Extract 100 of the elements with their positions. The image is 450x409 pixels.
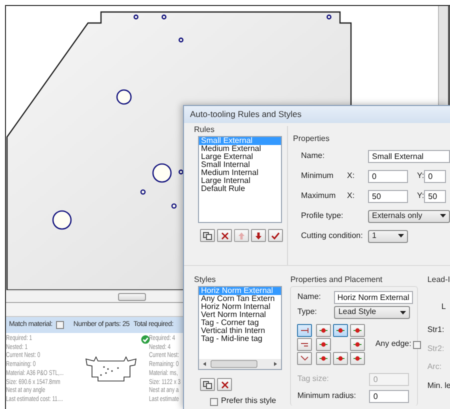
field-label: X: (347, 192, 356, 201)
cutting-condition-dropdown[interactable]: 1 (368, 230, 408, 243)
hole (52, 210, 72, 230)
lead-position-button[interactable] (316, 324, 332, 337)
checkbox-label: Prefer this style (221, 397, 276, 406)
field-label: Profile type: (301, 212, 344, 221)
input-field[interactable]: 50 (424, 190, 446, 203)
lead-position-button[interactable] (350, 324, 366, 337)
any-edge-checkbox[interactable] (413, 340, 422, 348)
down-arrow-icon (255, 232, 262, 240)
field-label: Maximum (301, 192, 337, 201)
input-field[interactable]: 0 (368, 170, 408, 183)
lead-line-icon (300, 355, 310, 362)
caret-icon (398, 234, 404, 238)
lead-position-button[interactable] (333, 352, 348, 365)
delete-button[interactable] (217, 378, 232, 391)
caret-icon (400, 310, 406, 314)
up-arrow-icon (238, 232, 245, 240)
name-field[interactable]: Horiz Norm External (334, 291, 414, 304)
hole (134, 14, 138, 20)
hole (140, 189, 146, 195)
apply-button[interactable] (268, 229, 283, 242)
list-item[interactable]: Any Corn Tan Extern (199, 295, 281, 303)
lead-point-icon (319, 327, 328, 334)
lead-point-icon (319, 341, 328, 348)
list-item[interactable]: Medium Internal (199, 169, 281, 177)
field-label: Cutting condition: (301, 232, 364, 241)
hole (178, 170, 184, 174)
lead-position-button[interactable] (316, 352, 332, 365)
lead-line-icon (300, 327, 310, 334)
list-item[interactable]: Small Internal (199, 161, 281, 169)
group-label: Styles (194, 276, 217, 286)
dialog-title: Auto-tooling Rules and Styles (184, 106, 450, 123)
lead-position-button[interactable] (350, 338, 366, 351)
list-item[interactable]: Medium External (199, 145, 281, 153)
field-label: Name: (301, 152, 326, 161)
list-item[interactable]: Vertical thin Intern (199, 327, 281, 335)
group-label: Rules (194, 126, 216, 136)
scrollbar-thumb[interactable] (118, 292, 146, 300)
field-label: Str2: (427, 344, 446, 354)
lead-line-icon (300, 341, 310, 348)
hole (326, 14, 332, 20)
input-field[interactable]: 0 (424, 170, 446, 183)
lead-position-button[interactable] (350, 352, 366, 365)
list-item[interactable]: Tag - Mid-line tag (199, 335, 281, 343)
field-label: Minimum radius: (297, 392, 357, 401)
lead-type-button[interactable] (297, 338, 312, 351)
delete-icon (220, 232, 228, 240)
field-label: Tag size: (297, 375, 330, 384)
name-field[interactable]: Small External (368, 150, 450, 163)
field-label: Arc: (427, 363, 443, 372)
list-item[interactable]: Default Rule (199, 185, 281, 193)
lead-point-icon (353, 327, 362, 334)
hole (171, 203, 177, 209)
lead-position-button[interactable] (316, 338, 332, 351)
copy-icon (203, 232, 212, 240)
group-label: Properties (293, 135, 330, 144)
input-field[interactable]: 0 (369, 390, 410, 403)
prefer-style-checkbox[interactable] (210, 398, 218, 406)
lead-point-icon (336, 327, 346, 334)
copy-button[interactable] (200, 378, 215, 391)
list-item[interactable]: Horiz Norm Internal (199, 303, 281, 311)
field-label: X: (347, 172, 356, 181)
field-label: Minimum (301, 172, 334, 181)
list-item[interactable]: Large External (199, 153, 281, 161)
hole (152, 163, 172, 183)
copy-icon (203, 380, 212, 388)
lead-position-button[interactable] (333, 324, 348, 337)
profile-type-dropdown[interactable]: Externals only (368, 210, 450, 223)
part-thumbnail-drawing (84, 355, 138, 383)
hole (116, 89, 132, 105)
lead-type-button[interactable] (297, 324, 312, 337)
group-label: Properties and Placement (290, 276, 384, 286)
copy-button[interactable] (200, 229, 215, 242)
hole (162, 14, 166, 20)
field-label: Y: (417, 192, 424, 201)
input-field[interactable]: 50 (368, 190, 408, 203)
delete-button[interactable] (217, 229, 232, 242)
field-label: Type: (297, 308, 318, 317)
group-label: Lead-I (427, 276, 450, 286)
lead-point-icon (353, 341, 362, 348)
check-icon (271, 232, 280, 240)
lead-point-icon (336, 355, 346, 362)
list-item[interactable]: Large Internal (199, 177, 281, 185)
field-label: Y: (417, 172, 424, 181)
list-item[interactable]: Tag - Corner tag (199, 319, 281, 327)
caret-icon (440, 214, 446, 218)
field-label: Any edge: (375, 340, 412, 349)
field-label: Str1: (427, 326, 446, 335)
lead-point-icon (319, 355, 328, 362)
list-item[interactable]: Vert Norm Internal (199, 311, 281, 319)
lead-point-icon (353, 355, 362, 362)
field-label: L (441, 303, 447, 312)
type-dropdown[interactable]: Lead Style (334, 306, 410, 319)
match-material-checkbox[interactable] (56, 321, 64, 329)
lead-type-button[interactable] (297, 352, 312, 365)
down-button[interactable] (251, 229, 266, 242)
hole (178, 38, 184, 42)
field-label: Name: (297, 293, 322, 302)
delete-icon (220, 380, 228, 388)
